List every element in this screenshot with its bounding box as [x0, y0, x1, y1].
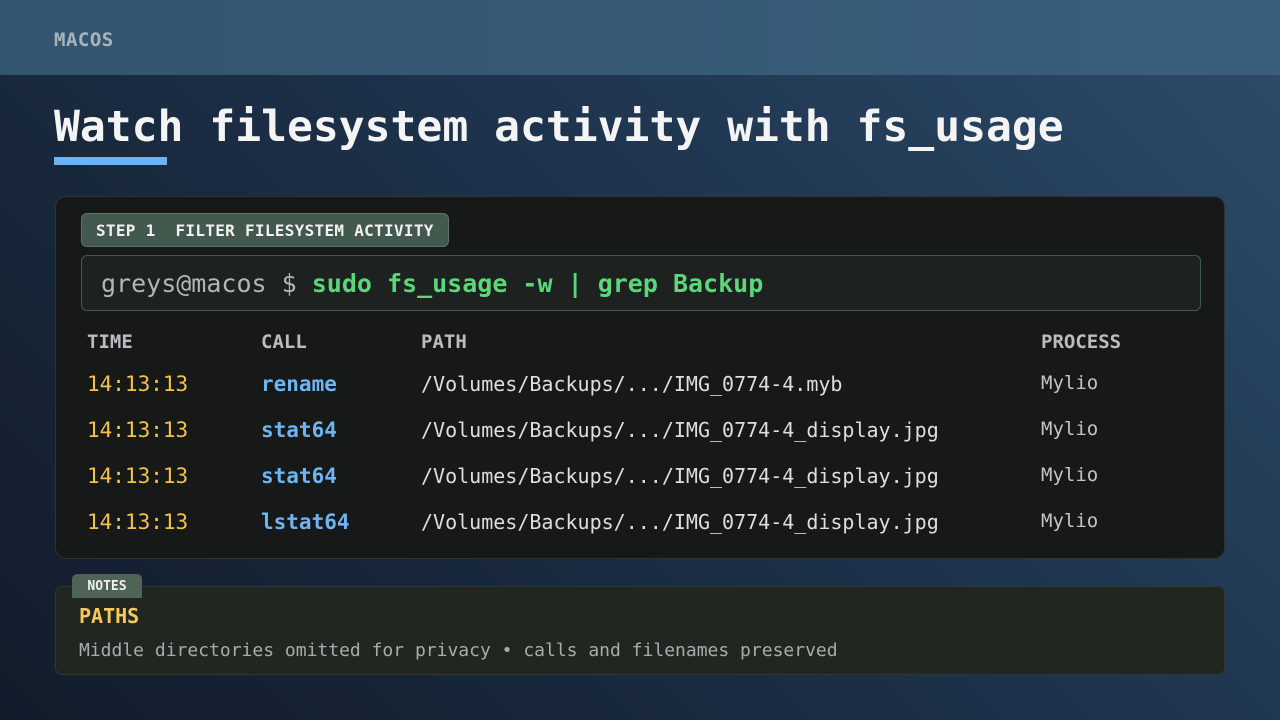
- row-time: 14:13:13: [87, 510, 189, 534]
- row-process: Mylio: [1041, 418, 1099, 440]
- row-call: stat64: [261, 418, 337, 442]
- row-path: /Volumes/Backups/.../IMG_0774-4_display.…: [421, 510, 939, 534]
- notes-text: Middle directories omitted for privacy •…: [79, 640, 838, 661]
- column-header-process: PROCESS: [1041, 331, 1122, 353]
- table-row: 14:13:13 stat64 /Volumes/Backups/.../IMG…: [56, 464, 1224, 510]
- row-call: rename: [261, 372, 337, 396]
- shell-prompt: greys@macos $: [101, 268, 312, 298]
- notes-panel: PATHS Middle directories omitted for pri…: [55, 586, 1225, 675]
- row-time: 14:13:13: [87, 464, 189, 488]
- row-call: stat64: [261, 464, 337, 488]
- row-time: 14:13:13: [87, 418, 189, 442]
- top-bar: MACOS: [0, 0, 1280, 75]
- column-header-call: CALL: [261, 331, 307, 353]
- row-path: /Volumes/Backups/.../IMG_0774-4_display.…: [421, 418, 939, 442]
- column-header-time: TIME: [87, 331, 133, 353]
- row-process: Mylio: [1041, 372, 1099, 394]
- terminal-panel: STEP 1 FILTER FILESYSTEM ACTIVITY greys@…: [55, 196, 1225, 559]
- command-text: sudo fs_usage -w | grep Backup: [311, 268, 764, 298]
- row-time: 14:13:13: [87, 372, 189, 396]
- title-underline: [54, 157, 167, 165]
- page-title: Watch filesystem activity with fs_usage: [54, 102, 1064, 152]
- row-process: Mylio: [1041, 464, 1099, 486]
- row-call: lstat64: [261, 510, 350, 534]
- column-header-path: PATH: [421, 331, 467, 353]
- notes-tab: NOTES: [72, 574, 142, 598]
- table-row: 14:13:13 rename /Volumes/Backups/.../IMG…: [56, 372, 1224, 418]
- brand-label: MACOS: [54, 29, 114, 51]
- row-path: /Volumes/Backups/.../IMG_0774-4_display.…: [421, 464, 939, 488]
- row-path: /Volumes/Backups/.../IMG_0774-4.myb: [421, 372, 843, 396]
- notes-heading: PATHS: [79, 604, 140, 628]
- table-row: 14:13:13 lstat64 /Volumes/Backups/.../IM…: [56, 510, 1224, 556]
- row-process: Mylio: [1041, 510, 1099, 532]
- command-line[interactable]: greys@macos $ sudo fs_usage -w | grep Ba…: [81, 255, 1201, 311]
- table-row: 14:13:13 stat64 /Volumes/Backups/.../IMG…: [56, 418, 1224, 464]
- step-label: STEP 1 FILTER FILESYSTEM ACTIVITY: [81, 213, 449, 247]
